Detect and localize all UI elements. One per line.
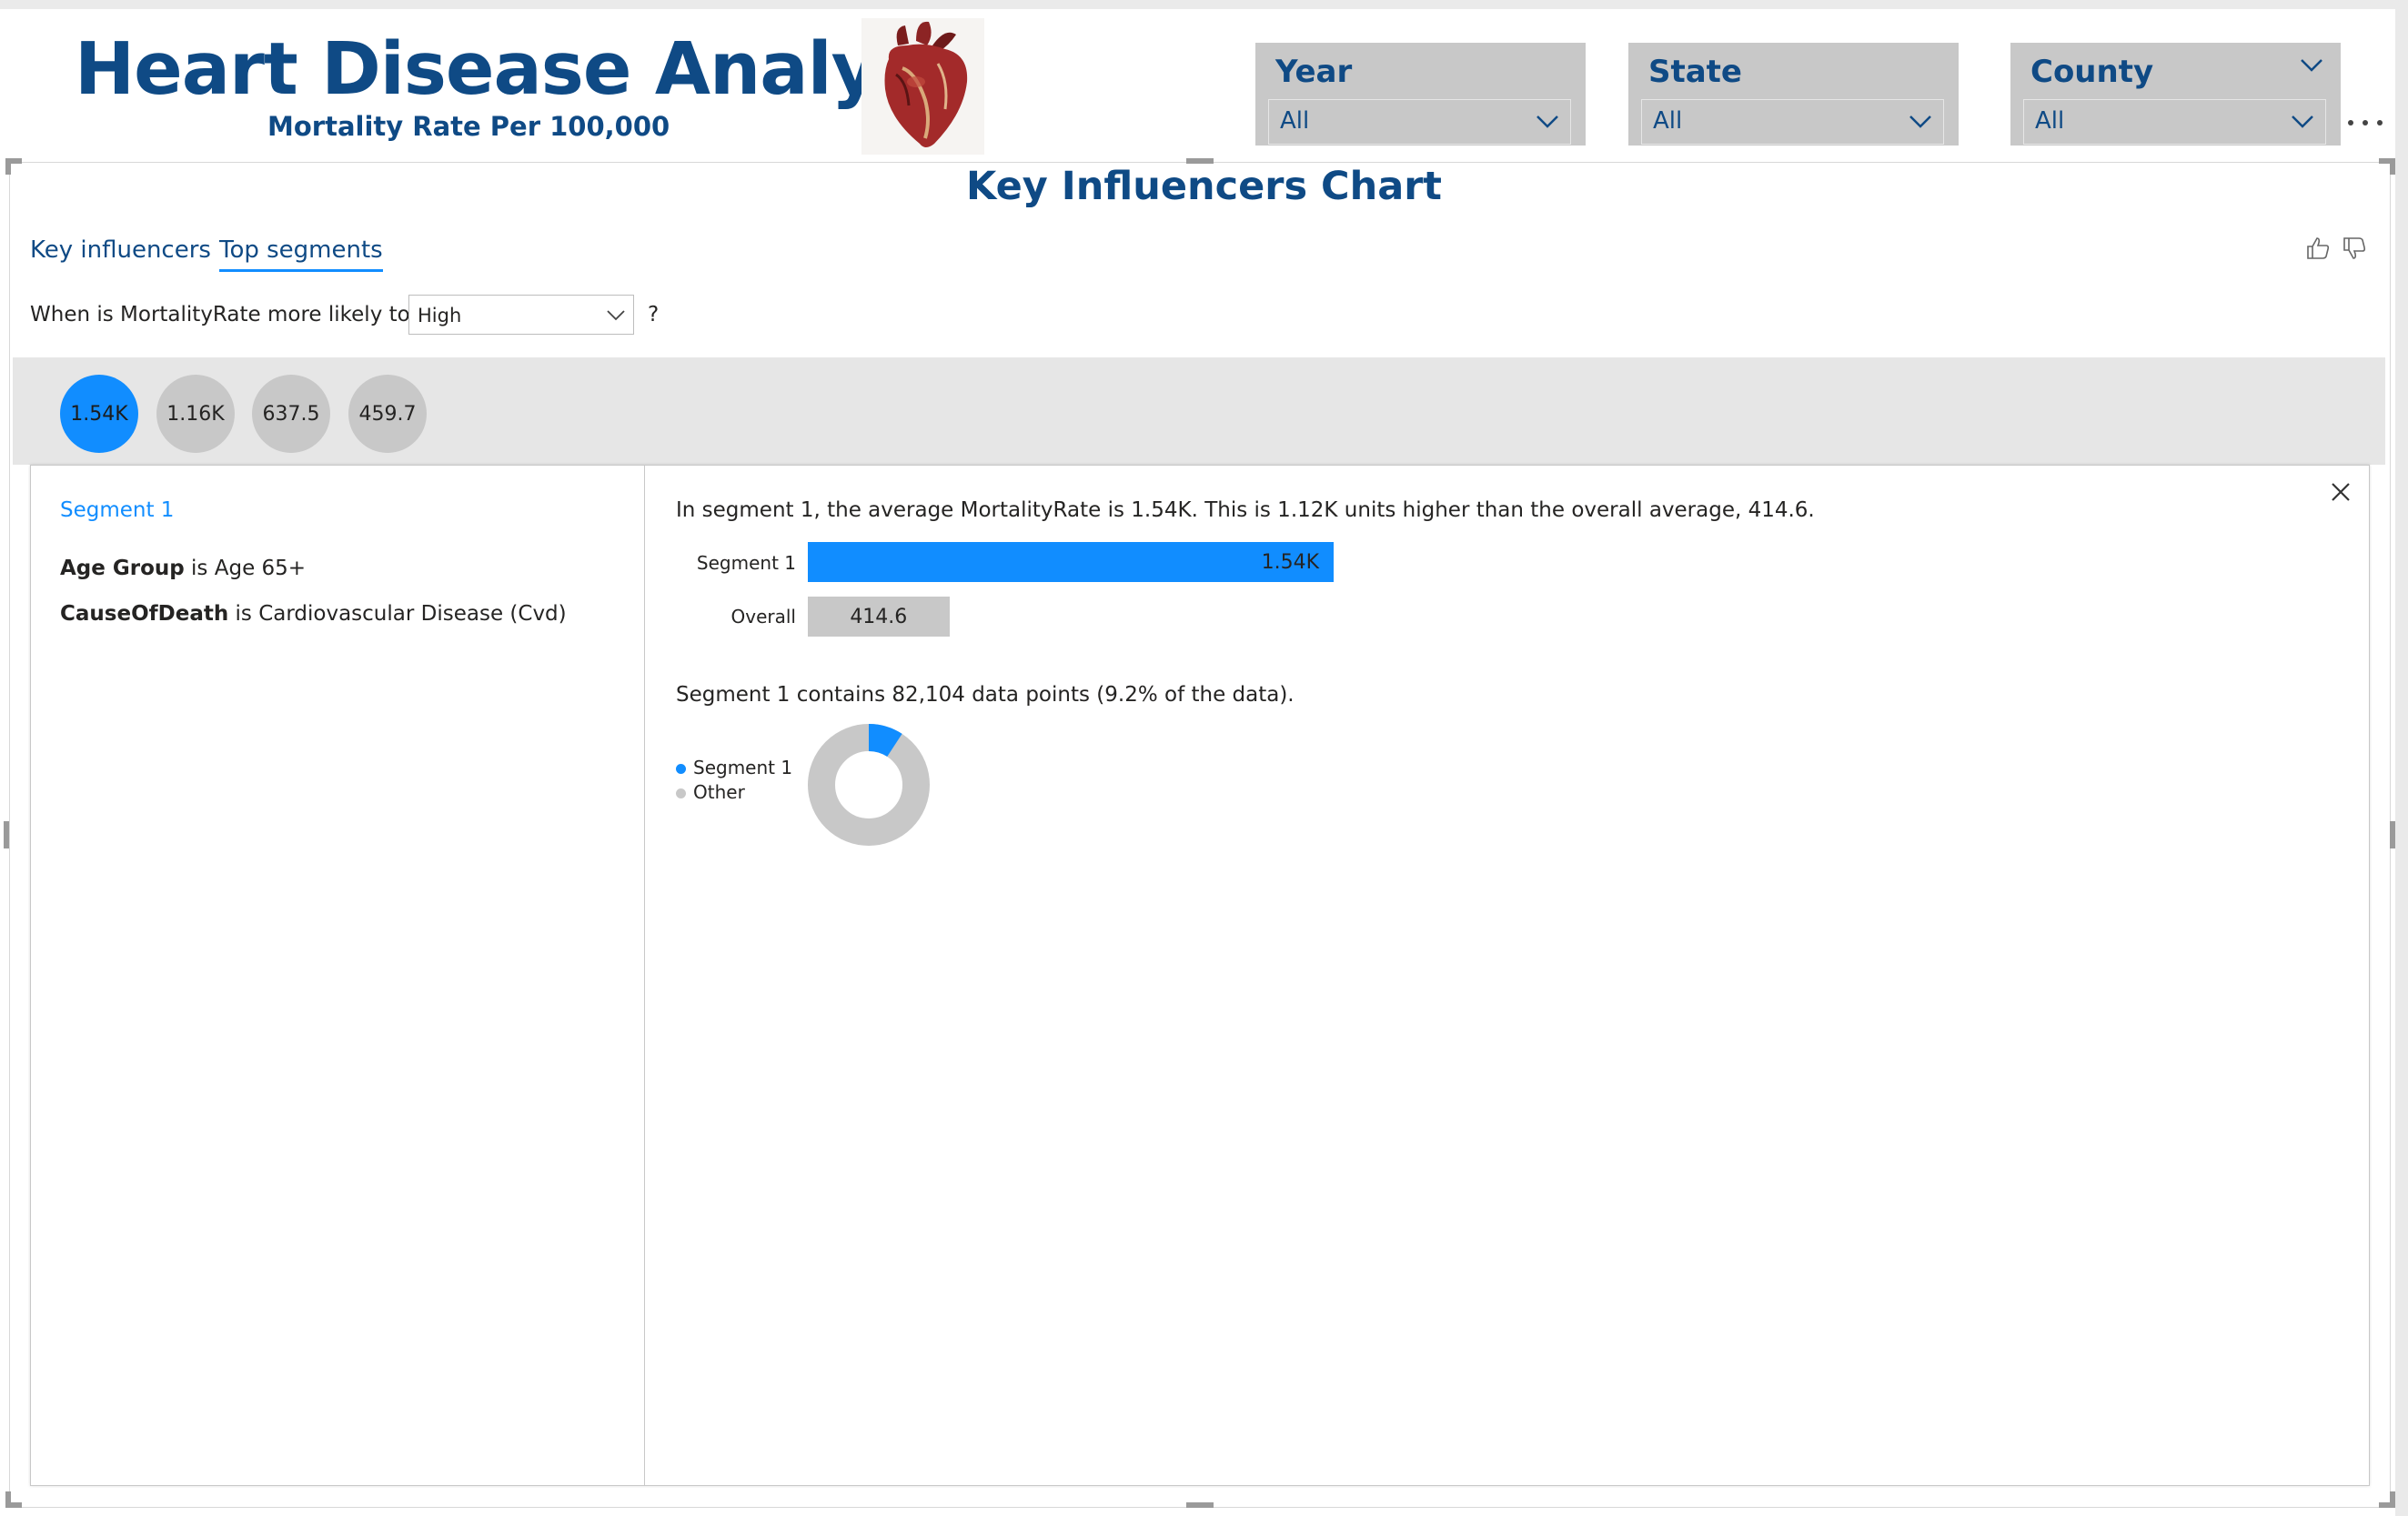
target-value-select[interactable]: High: [408, 295, 634, 335]
target-value-selected: High: [418, 305, 462, 326]
state-dropdown[interactable]: All: [1641, 99, 1944, 145]
panel-divider: [644, 465, 645, 1486]
report-title: Heart Disease Analysis: [75, 27, 985, 111]
close-icon[interactable]: [2329, 480, 2353, 504]
county-slicer-label: County: [2030, 54, 2154, 90]
condition-value: Cardiovascular Disease (Cvd): [258, 602, 567, 626]
year-dropdown-value: All: [1280, 107, 1310, 135]
donut-slice-other: [808, 724, 930, 846]
chevron-down-icon[interactable]: [2299, 54, 2324, 75]
condition-op: is: [235, 602, 252, 626]
legend-item-segment: Segment 1: [676, 757, 792, 778]
segment-average-bar: 1.54K: [808, 542, 1334, 582]
legend-label: Segment 1: [693, 757, 793, 778]
data-points-text: Segment 1 contains 82,104 data points (9…: [676, 683, 1295, 707]
legend-item-other: Other: [676, 781, 745, 803]
county-dropdown[interactable]: All: [2023, 99, 2326, 145]
resize-handle[interactable]: [2390, 821, 2395, 848]
segment-bubble[interactable]: 1.16K: [156, 375, 235, 453]
tab-top-segments[interactable]: Top segments: [219, 236, 383, 272]
question-text: When is MortalityRate more likely to be: [30, 303, 443, 326]
resize-handle[interactable]: [4, 821, 9, 848]
report-subtitle: Mortality Rate Per 100,000: [267, 111, 670, 142]
visual-title: Key Influencers Chart: [966, 164, 1442, 209]
year-slicer[interactable]: Year All: [1255, 43, 1586, 146]
state-slicer[interactable]: State All: [1628, 43, 1959, 146]
chevron-down-icon: [1536, 115, 1558, 128]
resize-handle[interactable]: [2390, 1491, 2395, 1508]
year-slicer-label: Year: [1275, 54, 1353, 90]
more-options-icon[interactable]: [2345, 114, 2385, 132]
county-slicer[interactable]: County All: [2010, 43, 2341, 146]
legend-dot: [676, 764, 686, 774]
condition-field: Age Group: [60, 557, 185, 580]
chevron-down-icon: [2292, 115, 2313, 128]
heart-image: [861, 18, 984, 155]
legend-label: Other: [693, 781, 745, 803]
window-top-edge: [0, 0, 2408, 9]
question-mark: ?: [648, 303, 660, 326]
segment-bubble[interactable]: 637.5: [252, 375, 330, 453]
segment-bubble[interactable]: 459.7: [348, 375, 427, 453]
bar-label-segment: Segment 1: [696, 552, 796, 574]
chevron-down-icon: [1909, 115, 1931, 128]
window-right-edge: [2395, 0, 2408, 1516]
thumbs-up-icon[interactable]: [2304, 235, 2332, 262]
thumbs-down-icon[interactable]: [2341, 235, 2368, 262]
chevron-down-icon: [607, 310, 625, 321]
segment-condition: Age Group is Age 65+: [60, 557, 306, 580]
state-slicer-label: State: [1648, 54, 1742, 90]
overall-average-bar: 414.6: [808, 597, 950, 637]
condition-op: is: [191, 557, 208, 580]
segment-summary: In segment 1, the average MortalityRate …: [676, 498, 1815, 522]
bar-value: 1.54K: [1261, 550, 1319, 574]
county-dropdown-value: All: [2035, 107, 2065, 135]
segment-bubble[interactable]: 1.54K: [60, 375, 138, 453]
year-dropdown[interactable]: All: [1268, 99, 1571, 145]
tab-key-influencers[interactable]: Key influencers: [30, 236, 211, 264]
bar-label-overall: Overall: [730, 606, 796, 627]
state-dropdown-value: All: [1653, 107, 1683, 135]
segment-share-donut: [808, 724, 930, 846]
legend-dot: [676, 788, 686, 798]
condition-value: Age 65+: [214, 557, 307, 580]
resize-handle[interactable]: [1186, 1502, 1214, 1508]
segment-name: Segment 1: [60, 498, 175, 522]
resize-handle[interactable]: [5, 1491, 11, 1508]
bar-value: 414.6: [850, 605, 908, 628]
condition-field: CauseOfDeath: [60, 602, 229, 626]
segment-condition: CauseOfDeath is Cardiovascular Disease (…: [60, 602, 567, 626]
